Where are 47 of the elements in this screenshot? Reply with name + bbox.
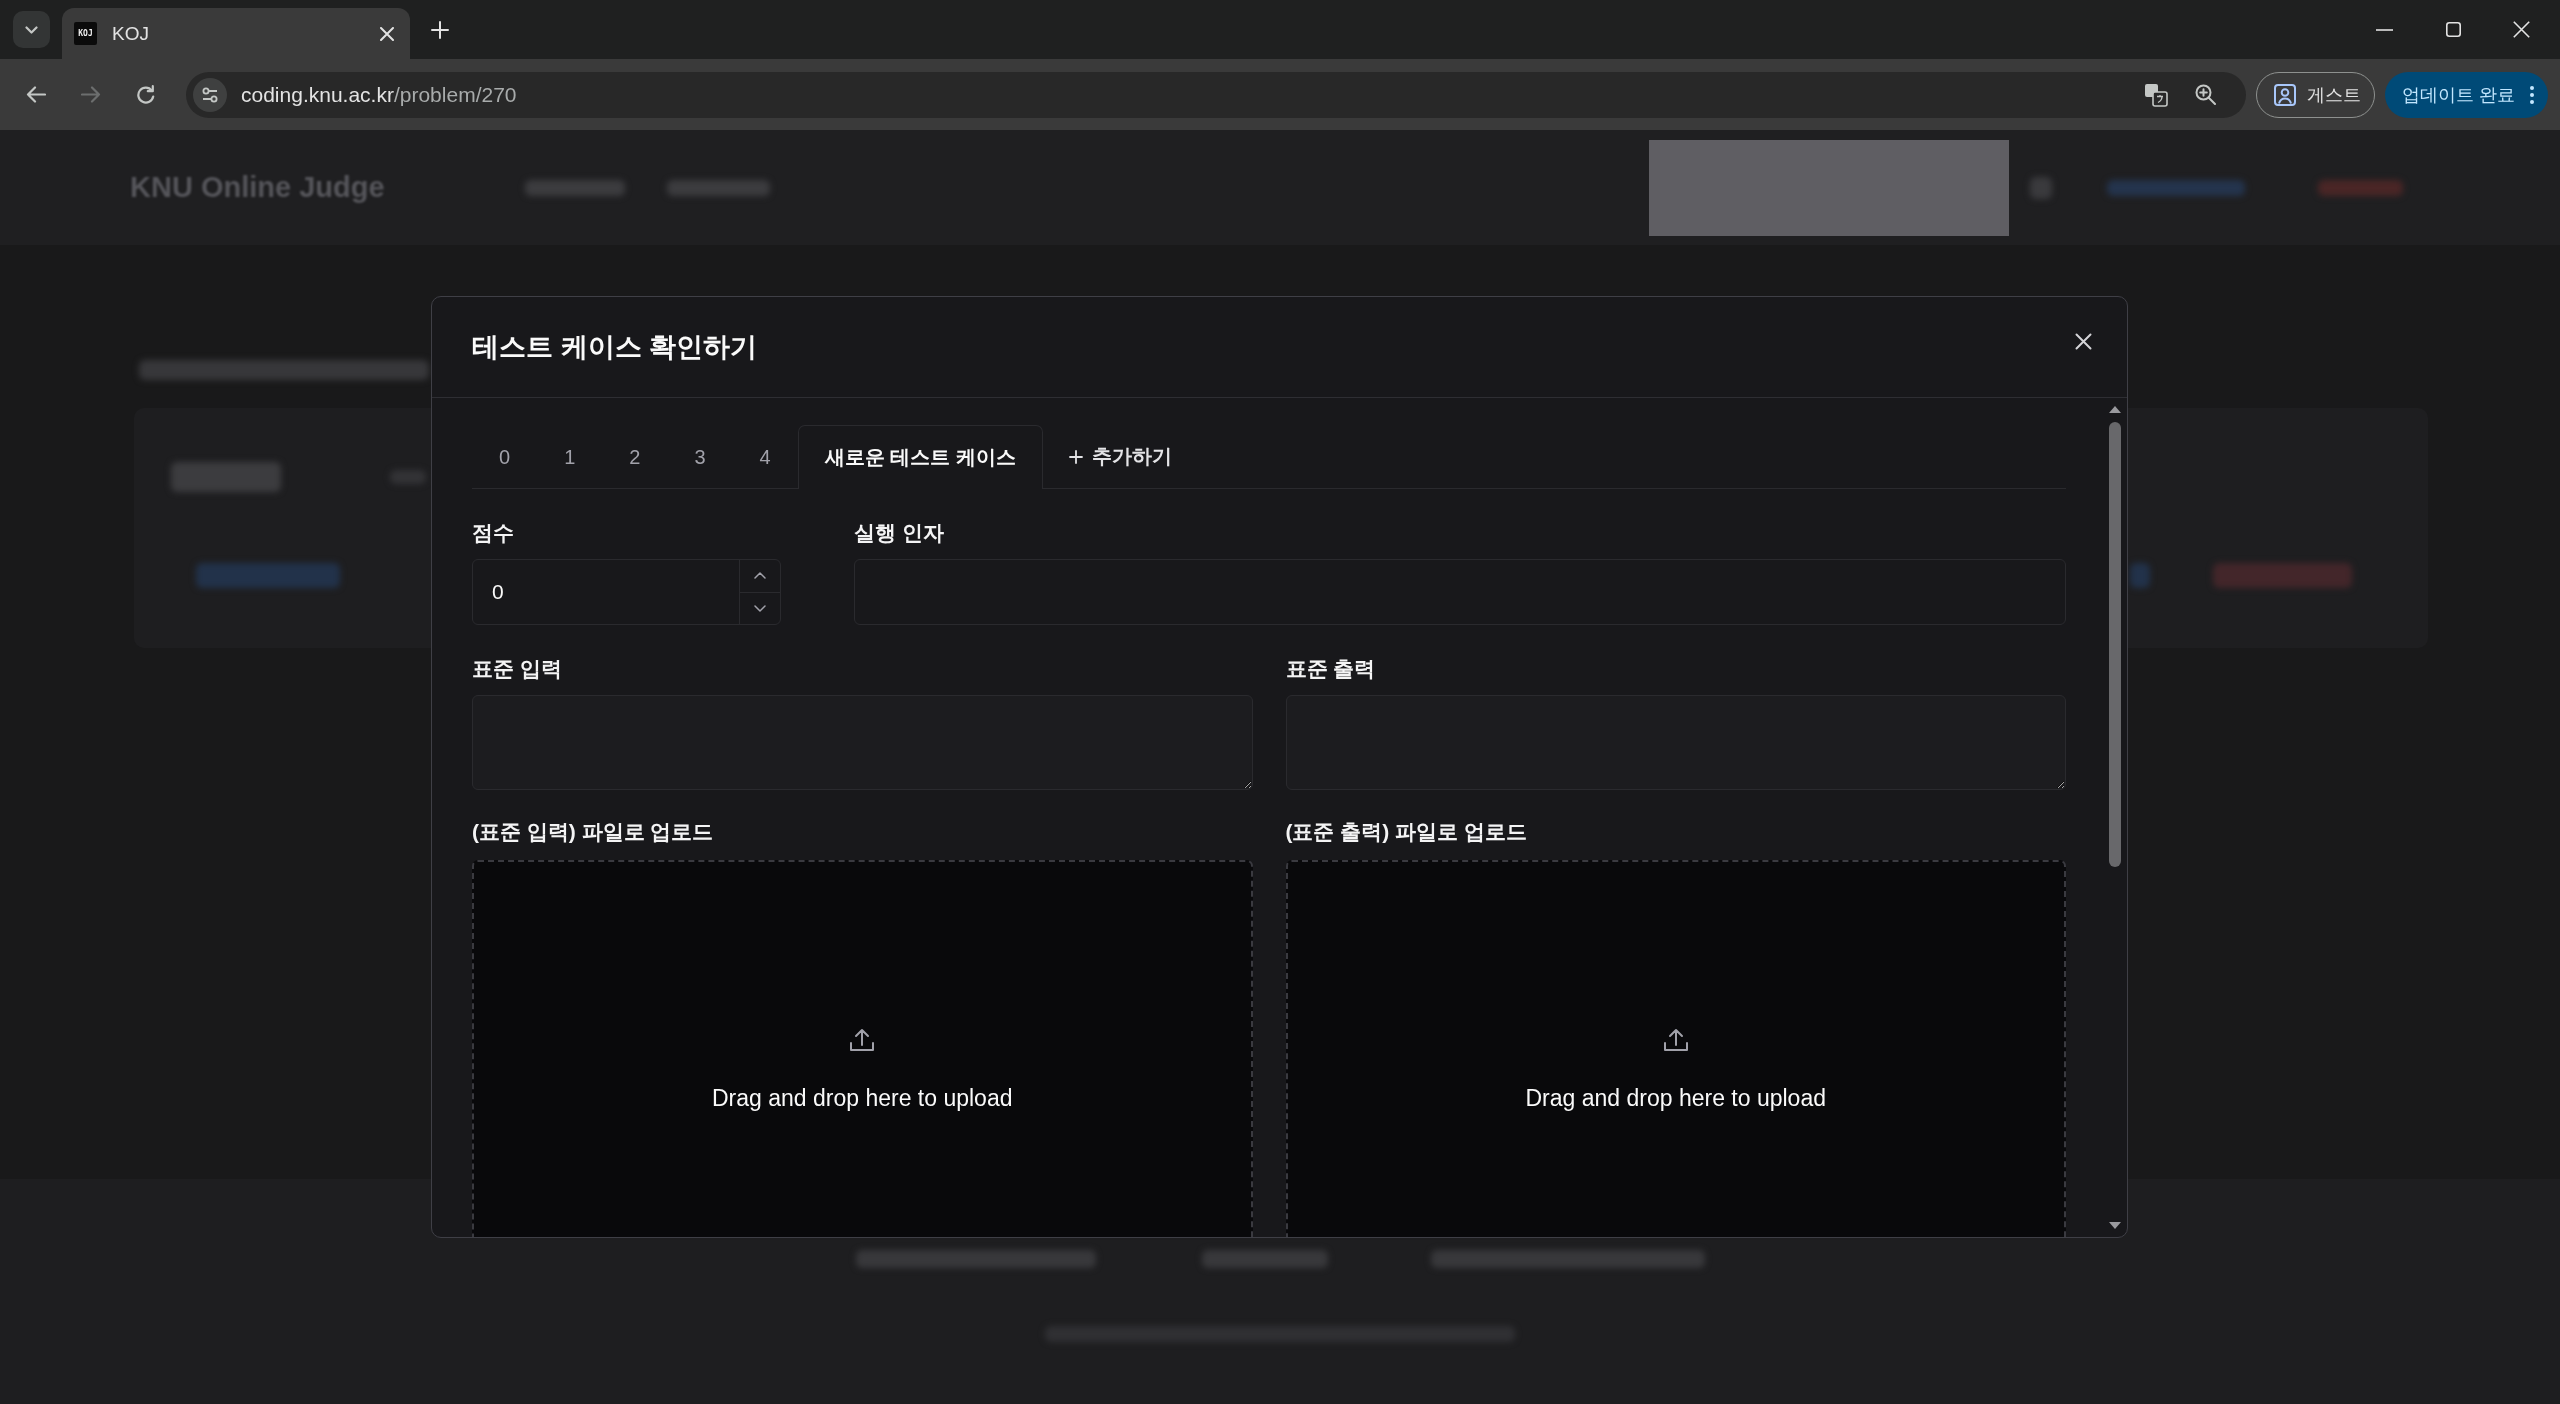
- field-label: (표준 출력) 파일로 업로드: [1285, 819, 1528, 845]
- add-tab-button[interactable]: 추가하기: [1042, 425, 1198, 488]
- tab[interactable]: 1: [537, 425, 603, 489]
- field-label: 표준 입력: [472, 656, 563, 682]
- site-settings-icon[interactable]: [193, 77, 227, 112]
- reload-icon[interactable]: [136, 85, 155, 104]
- site-favicon: KOJ: [74, 22, 97, 45]
- address-bar[interactable]: coding.knu.ac.kr/problem/270: [186, 71, 2246, 118]
- tab-search-button[interactable]: [13, 11, 50, 48]
- file-drop-zone[interactable]: Drag and drop here to upload: [472, 860, 1253, 1237]
- more-vert-icon: [2530, 85, 2534, 104]
- field-label: 점수: [472, 520, 515, 546]
- translate-icon[interactable]: [2144, 82, 2168, 107]
- tab[interactable]: 2: [602, 425, 668, 489]
- close-icon[interactable]: [2075, 332, 2092, 350]
- score-input[interactable]: 0: [472, 559, 781, 625]
- chevron-down-icon: [25, 25, 38, 34]
- close-icon[interactable]: [380, 26, 394, 41]
- back-arrow-icon[interactable]: [26, 86, 46, 103]
- tab[interactable]: 3: [667, 425, 733, 489]
- plus-icon: [1068, 449, 1083, 464]
- close-icon[interactable]: [2513, 21, 2530, 38]
- tab[interactable]: 0: [472, 425, 538, 489]
- profile-icon: [2274, 83, 2296, 106]
- scrollbar-thumb[interactable]: [2109, 422, 2121, 867]
- blurred-icon: [2030, 176, 2052, 199]
- update-button[interactable]: 업데이트 완료: [2385, 71, 2548, 118]
- chevron-up-icon[interactable]: [754, 572, 766, 580]
- scroll-up-icon[interactable]: [2109, 406, 2121, 413]
- scroll-down-icon[interactable]: [2109, 1222, 2121, 1229]
- maximize-icon[interactable]: [2446, 22, 2461, 37]
- plus-icon[interactable]: [431, 20, 449, 39]
- chevron-down-icon[interactable]: [754, 604, 766, 612]
- file-drop-zone[interactable]: Drag and drop here to upload: [1285, 860, 2066, 1237]
- minimize-icon[interactable]: [2376, 28, 2393, 31]
- upload-icon: [849, 1028, 876, 1052]
- tab[interactable]: 새로운 테스트 케이스: [797, 425, 1043, 489]
- field-label: (표준 입력) 파일로 업로드: [472, 819, 715, 845]
- zoom-icon[interactable]: [2195, 84, 2216, 105]
- field-label: 실행 인자: [854, 520, 945, 546]
- field-label: 표준 출력: [1285, 656, 1377, 682]
- blurred-text: [2130, 563, 2150, 588]
- browser-tab[interactable]: KOJ KOJ: [62, 8, 410, 59]
- tab[interactable]: 4: [732, 425, 798, 489]
- modal-title: 테스트 케이스 확인하기: [472, 331, 757, 364]
- url-text[interactable]: coding.knu.ac.kr/problem/270: [241, 82, 517, 107]
- upload-icon: [1662, 1028, 1689, 1052]
